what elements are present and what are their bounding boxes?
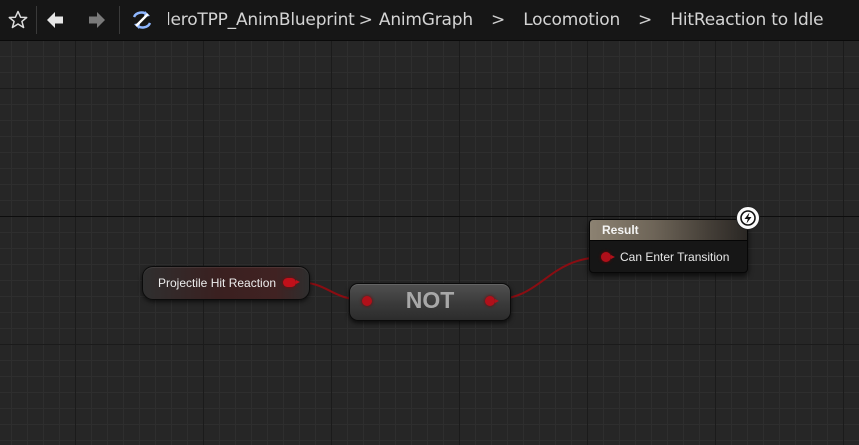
chevron-right-icon: > (358, 10, 373, 30)
graph-toolbar: leroTPP_AnimBlueprint > AnimGraph > Loco… (0, 0, 859, 41)
star-icon[interactable] (0, 0, 36, 40)
toolbar-divider (119, 6, 120, 34)
can-enter-transition-pin[interactable] (601, 252, 615, 262)
breadcrumb-item-anim-blueprint[interactable]: leroTPP_AnimBlueprint (168, 10, 355, 30)
bool-output-pin[interactable] (283, 278, 300, 287)
breadcrumb-item-animgraph[interactable]: AnimGraph (379, 10, 473, 30)
variable-node-projectile-hit-reaction[interactable]: Projectile Hit Reaction (142, 266, 310, 300)
breadcrumb-item-transition[interactable]: HitReaction to Idle (670, 10, 823, 30)
breadcrumb-item-locomotion[interactable]: Locomotion (523, 10, 620, 30)
can-enter-transition-label: Can Enter Transition (620, 250, 730, 264)
lightning-bolt-icon (736, 206, 760, 230)
result-node-header: Result (590, 220, 747, 241)
chevron-right-icon: > (490, 10, 506, 30)
bool-output-pin[interactable] (485, 296, 499, 306)
not-node[interactable]: NOT (349, 283, 511, 321)
breadcrumb: leroTPP_AnimBlueprint > AnimGraph > Loco… (168, 10, 859, 30)
browse-sync-icon[interactable] (124, 0, 160, 40)
forward-arrow-icon[interactable] (79, 0, 115, 40)
result-node[interactable]: Result Can Enter Transition (589, 219, 748, 273)
back-arrow-icon[interactable] (37, 0, 73, 40)
variable-node-label: Projectile Hit Reaction (158, 276, 277, 290)
result-pin-row: Can Enter Transition (590, 241, 747, 272)
chevron-right-icon: > (638, 10, 653, 30)
